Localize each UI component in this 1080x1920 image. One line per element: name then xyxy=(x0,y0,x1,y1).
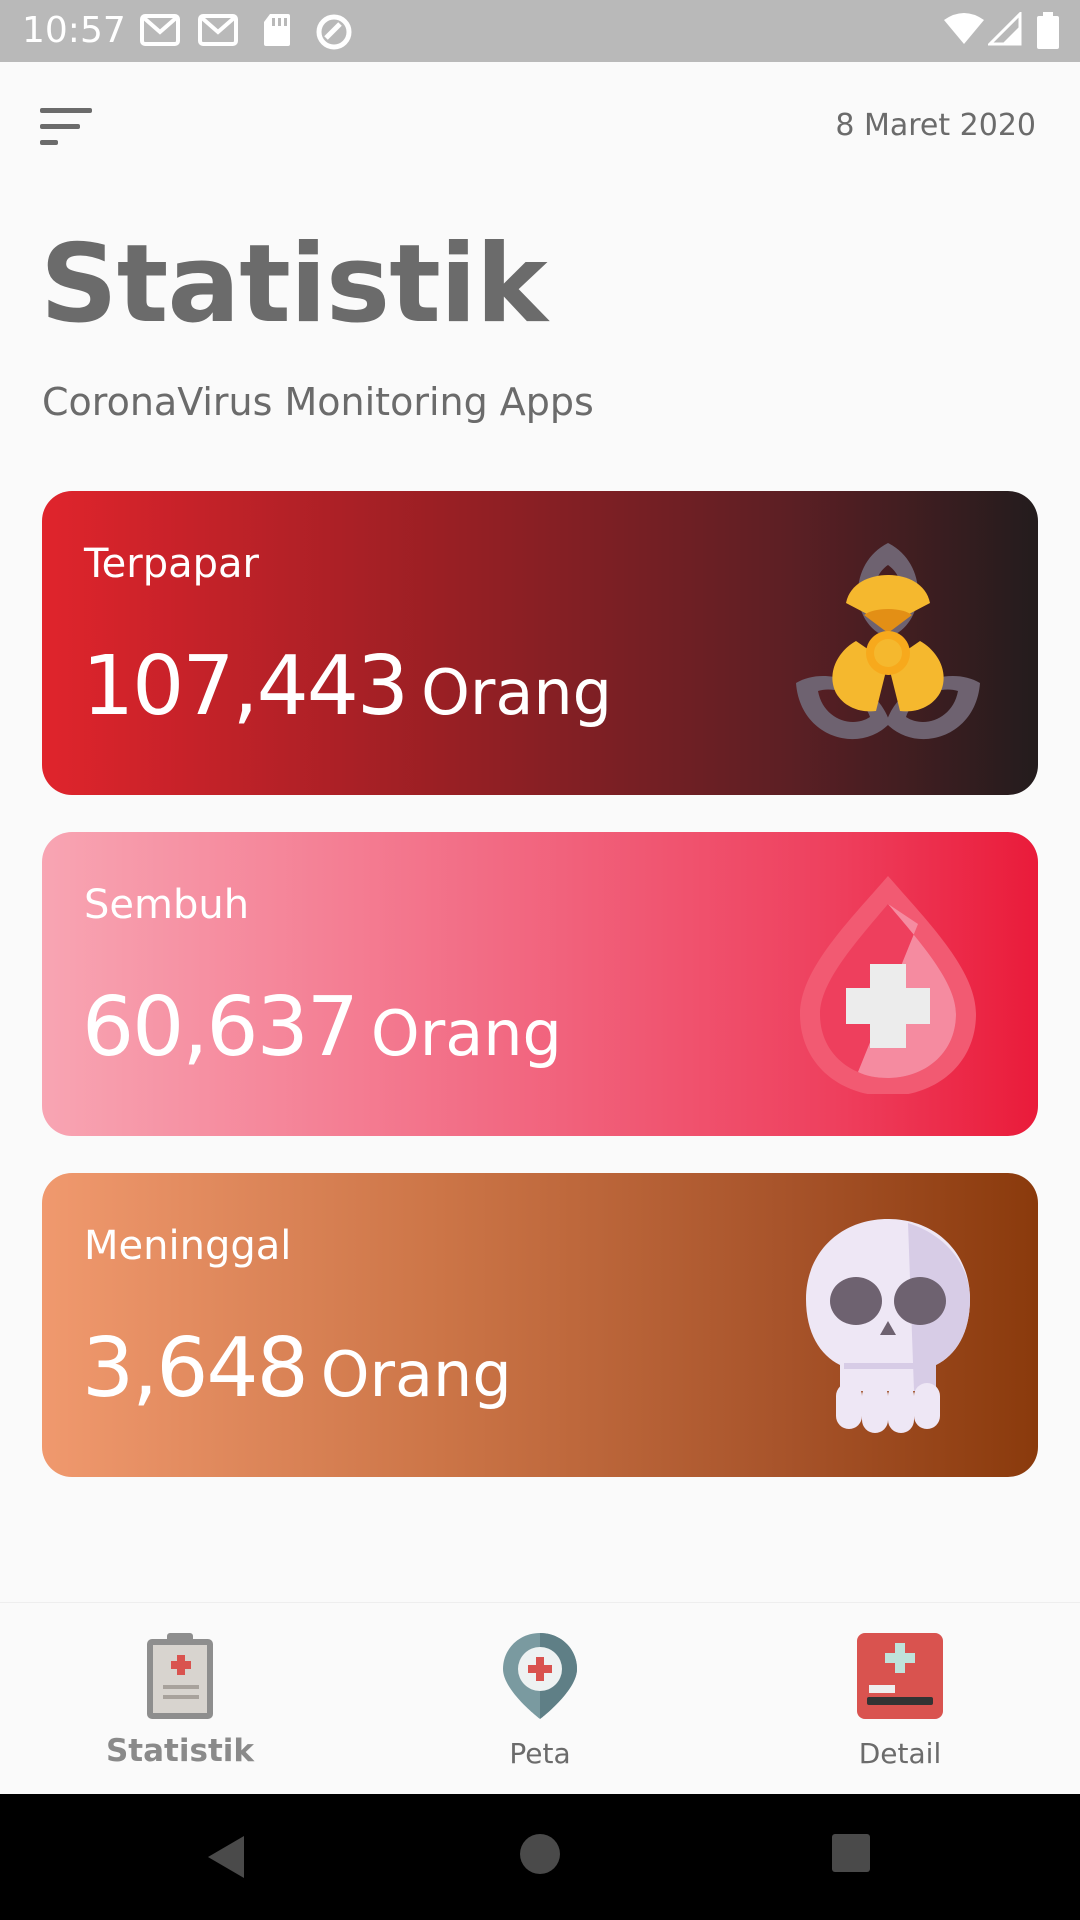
nav-label: Detail xyxy=(858,1737,942,1770)
page-subtitle: CoronaVirus Monitoring Apps xyxy=(42,380,594,424)
menu-button[interactable] xyxy=(40,106,96,150)
card-value: 107,443 xyxy=(82,639,409,734)
card-unit: Orang xyxy=(421,656,613,729)
card-value: 60,637 xyxy=(82,980,359,1075)
card-label: Terpapar xyxy=(84,541,259,587)
home-icon[interactable] xyxy=(518,1832,562,1876)
clipboard-icon xyxy=(147,1633,213,1719)
gmail-icon xyxy=(140,14,180,46)
gmail-icon xyxy=(198,14,238,46)
sd-card-icon xyxy=(264,14,290,46)
sort-menu-line xyxy=(40,140,58,145)
nav-label: Statistik xyxy=(105,1733,255,1769)
status-bar: 10:57 xyxy=(0,0,1080,62)
stat-card-terpapar[interactable]: Terpapar 107,443 Orang xyxy=(42,491,1038,795)
card-value-row: 107,443 Orang xyxy=(82,639,612,734)
back-icon[interactable] xyxy=(204,1832,248,1882)
card-value-row: 60,637 Orang xyxy=(82,980,562,1075)
status-time: 10:57 xyxy=(22,10,126,51)
bottom-navigation: Statistik Peta Detail xyxy=(0,1602,1080,1794)
card-label: Meninggal xyxy=(84,1223,292,1269)
card-label: Sembuh xyxy=(84,882,250,928)
stat-card-meninggal[interactable]: Meninggal 3,648 Orang xyxy=(42,1173,1038,1477)
nav-item-statistik[interactable]: Statistik xyxy=(60,1603,300,1795)
battery-icon xyxy=(1037,12,1059,49)
medical-kit-icon xyxy=(857,1633,943,1719)
card-unit: Orang xyxy=(370,997,562,1070)
wifi-icon xyxy=(944,13,984,44)
biohazard-icon xyxy=(796,543,980,740)
card-unit: Orang xyxy=(320,1338,512,1411)
system-navigation-bar xyxy=(0,1794,1080,1920)
stat-card-sembuh[interactable]: Sembuh 60,637 Orang xyxy=(42,832,1038,1136)
skull-icon xyxy=(806,1219,970,1433)
sort-menu-icon xyxy=(40,108,92,113)
card-value-row: 3,648 Orang xyxy=(82,1321,512,1416)
card-value: 3,648 xyxy=(82,1321,309,1416)
recents-icon[interactable] xyxy=(830,1832,872,1874)
date-label: 8 Maret 2020 xyxy=(835,108,1036,143)
page-title: Statistik xyxy=(40,222,548,347)
nav-item-detail[interactable]: Detail xyxy=(780,1603,1020,1795)
signal-icon xyxy=(988,12,1022,46)
nav-item-peta[interactable]: Peta xyxy=(420,1603,660,1795)
map-pin-icon xyxy=(503,1633,577,1719)
blood-drop-cross-icon xyxy=(800,876,976,1094)
sort-menu-line xyxy=(40,124,80,129)
sync-icon xyxy=(316,14,352,50)
nav-label: Peta xyxy=(509,1737,571,1770)
